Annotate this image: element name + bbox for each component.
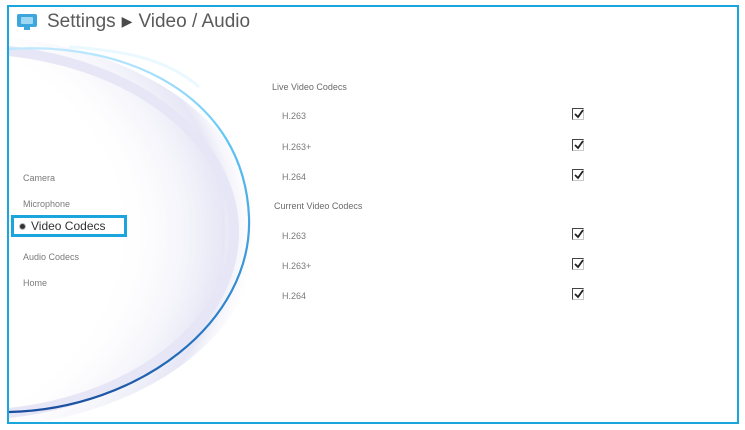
bullet-icon [19, 222, 26, 230]
sidebar-item-home[interactable]: Home [23, 278, 47, 288]
current-codec-row-h263plus: H.263+ [282, 258, 602, 274]
live-video-codecs-title: Live Video Codecs [272, 82, 347, 92]
check-icon [574, 289, 584, 299]
current-codec-row-h264: H.264 [282, 288, 602, 304]
current-h263plus-checkbox[interactable] [572, 258, 584, 270]
current-codec-row-h263: H.263 [282, 228, 602, 244]
check-icon [574, 140, 584, 150]
check-icon [574, 109, 584, 119]
sidebar-item-microphone[interactable]: Microphone [23, 199, 70, 209]
codec-label: H.263+ [282, 142, 312, 152]
current-h263-checkbox[interactable] [572, 228, 584, 240]
codec-label: H.264 [282, 172, 307, 182]
breadcrumb-settings[interactable]: Settings [47, 11, 116, 32]
check-icon [574, 170, 584, 180]
sidebar-item-camera[interactable]: Camera [23, 173, 55, 183]
header: Settings ▶ Video / Audio [11, 7, 250, 37]
current-h264-checkbox[interactable] [572, 288, 584, 300]
sidebar-item-video-codecs[interactable]: Video Codecs [11, 215, 127, 237]
sidebar-item-label: Video Codecs [31, 219, 106, 233]
codec-label: H.263 [282, 111, 307, 121]
current-video-codecs-title: Current Video Codecs [274, 201, 363, 211]
live-h264-checkbox[interactable] [572, 169, 584, 181]
breadcrumb-current-page: Video / Audio [138, 11, 251, 32]
live-codec-row-h263: H.263 [282, 108, 602, 124]
check-icon [574, 259, 584, 269]
live-codec-row-h264: H.264 [282, 169, 602, 185]
live-h263plus-checkbox[interactable] [572, 139, 584, 151]
breadcrumb-separator: ▶ [121, 13, 133, 29]
codec-label: H.263 [282, 231, 307, 241]
live-codec-row-h263plus: H.263+ [282, 139, 602, 155]
codec-label: H.264 [282, 291, 307, 301]
codec-label: H.263+ [282, 261, 312, 271]
monitor-icon [17, 14, 37, 30]
live-h263-checkbox[interactable] [572, 108, 584, 120]
check-icon [574, 229, 584, 239]
breadcrumb: Settings ▶ Video / Audio [47, 11, 250, 33]
sidebar-item-audio-codecs[interactable]: Audio Codecs [23, 252, 79, 262]
app-window: Settings ▶ Video / Audio Camera Microphone… [7, 5, 739, 424]
